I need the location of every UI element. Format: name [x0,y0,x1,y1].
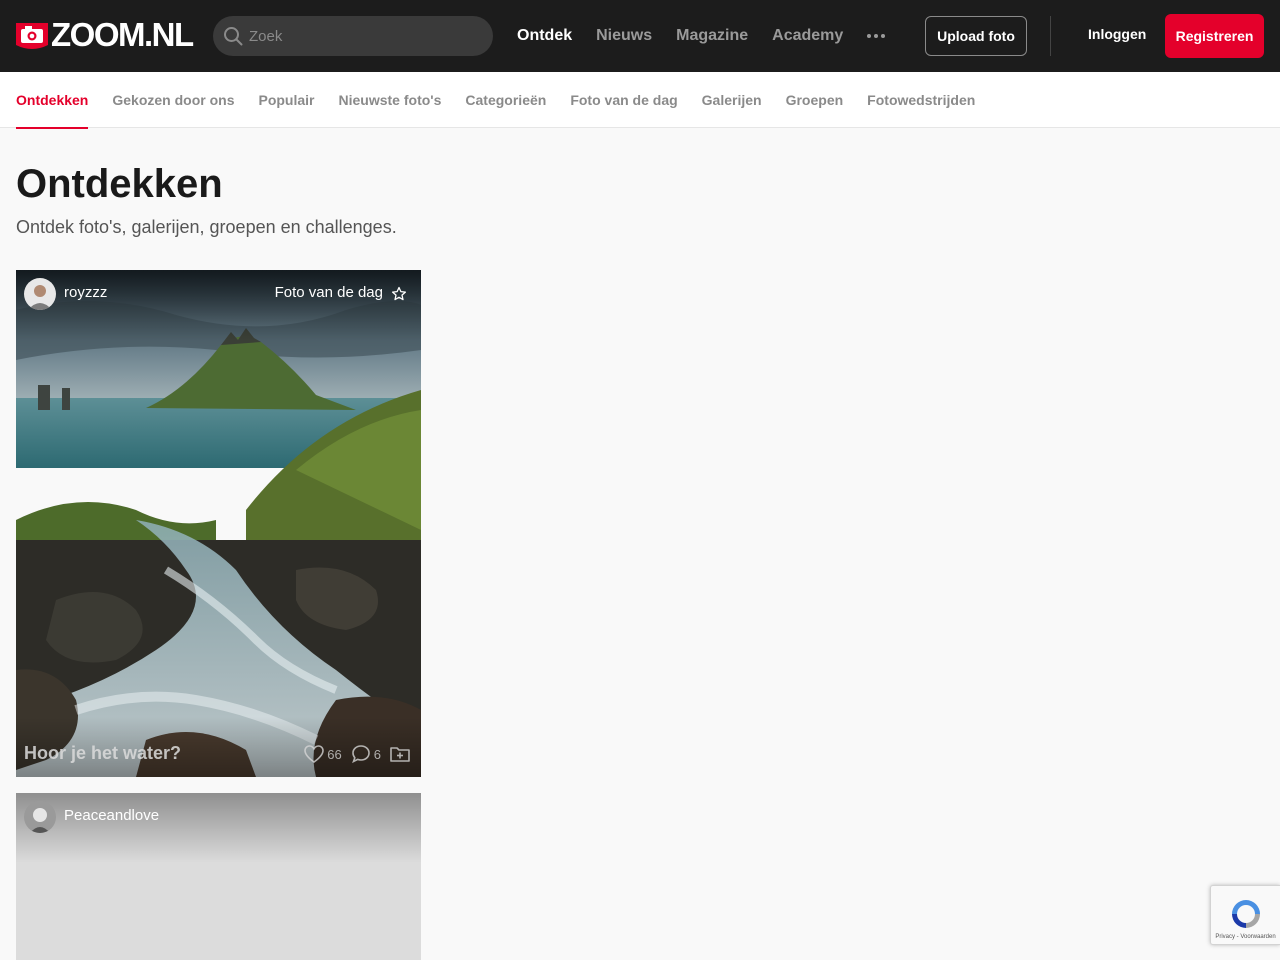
photo-card[interactable]: Peaceandlove [16,793,421,960]
recaptcha-terms[interactable]: Privacy - Voorwaarden [1211,934,1280,940]
photo-of-the-day-badge: Foto van de dag [274,284,383,301]
user-avatar[interactable] [24,801,56,833]
subnav-populair[interactable]: Populair [258,72,314,128]
nav-magazine[interactable]: Magazine [676,27,748,45]
sub-nav: Ontdekken Gekozen door ons Populair Nieu… [0,72,1280,129]
logo-text: ZOOM.NL [51,16,194,53]
avatar-image [24,801,56,833]
search-icon [224,27,243,46]
subnav-ontdekken[interactable]: Ontdekken [16,72,89,129]
landscape-photo[interactable] [16,270,421,777]
subnav-categorieen[interactable]: Categorieën [465,72,546,128]
comment-icon[interactable] [350,743,372,765]
subnav-foto-van-de-dag[interactable]: Foto van de dag [570,72,677,128]
upload-photo-button[interactable]: Upload foto [925,16,1027,56]
subnav-fotowedstrijden[interactable]: Fotowedstrijden [867,72,975,128]
page-title: Ontdekken [16,162,223,206]
photo-card[interactable]: royzzz Foto van de dag Hoor je het water… [16,270,421,777]
subnav-gekozen-door-ons[interactable]: Gekozen door ons [112,72,234,128]
card-photo-title[interactable]: Hoor je het water? [24,743,181,764]
user-avatar[interactable] [24,278,56,310]
card-top-overlay [16,793,421,863]
nav-nieuws[interactable]: Nieuws [596,27,652,45]
subnav-galerijen[interactable]: Galerijen [702,72,762,128]
card-username[interactable]: Peaceandlove [64,807,159,824]
recaptcha-badge[interactable]: Privacy - Voorwaarden [1210,885,1280,945]
top-bar: ZOOM.NL Ontdek Nieuws Magazine Academy U… [0,0,1280,72]
likes-count: 66 [327,746,342,762]
subnav-groepen[interactable]: Groepen [786,72,844,128]
card-username[interactable]: royzzz [64,284,107,301]
card-stats: 66 6 [303,743,411,765]
nav-academy[interactable]: Academy [772,27,843,45]
camera-logo-icon [16,23,48,49]
heart-icon[interactable] [303,743,325,765]
comments-count: 6 [373,746,381,762]
card-top-overlay [16,270,421,340]
search-input[interactable] [249,27,479,45]
login-link[interactable]: Inloggen [1088,26,1146,42]
nav-ontdek[interactable]: Ontdek [517,27,572,45]
search-box[interactable] [213,16,493,56]
subnav-nieuwste-fotos[interactable]: Nieuwste foto's [339,72,442,128]
zoom-logo[interactable]: ZOOM.NL [16,16,194,53]
avatar-image [24,278,56,310]
main-nav: Ontdek Nieuws Magazine Academy [517,0,888,72]
more-menu-icon[interactable] [867,26,888,46]
add-to-gallery-icon[interactable] [389,743,411,765]
header-divider [1050,16,1051,56]
star-icon [391,286,407,301]
register-button[interactable]: Registreren [1165,14,1264,58]
recaptcha-icon [1232,900,1260,928]
page-subtitle: Ontdek foto's, galerijen, groepen en cha… [16,217,397,237]
